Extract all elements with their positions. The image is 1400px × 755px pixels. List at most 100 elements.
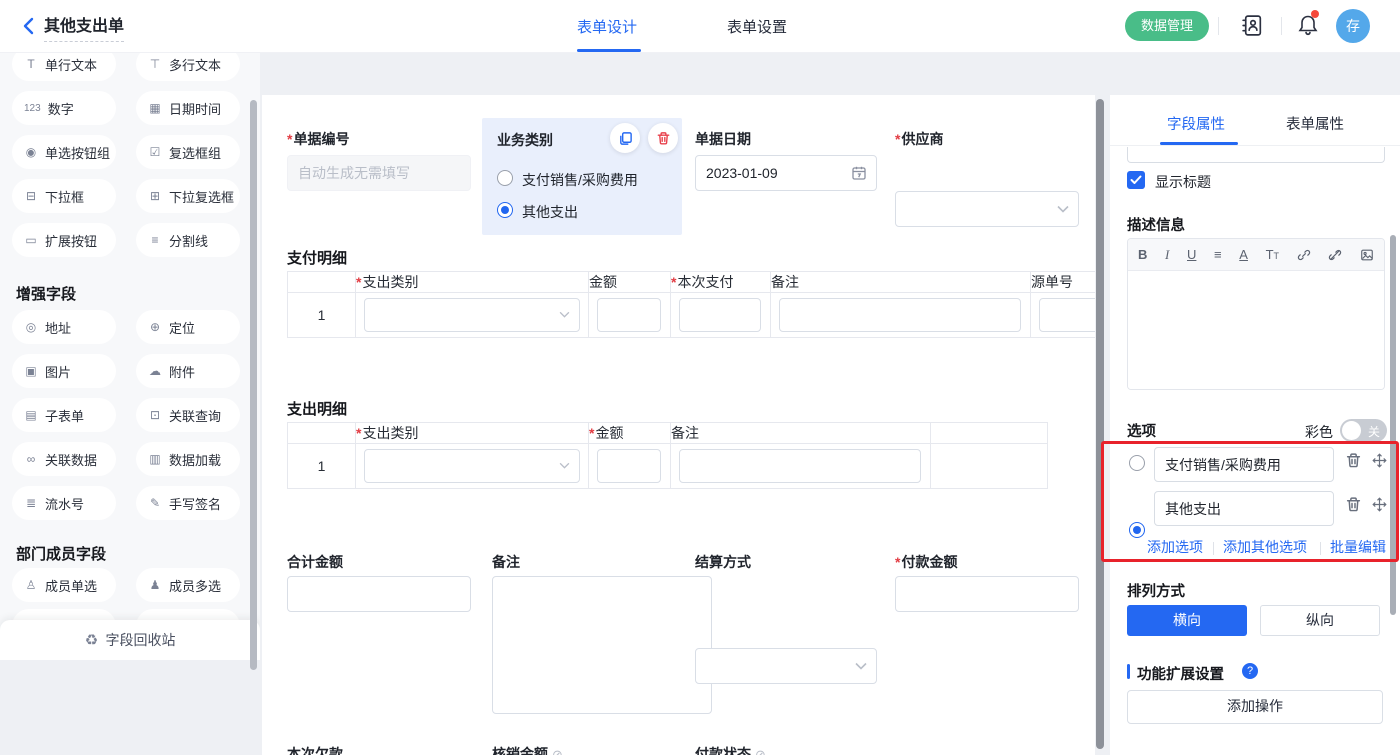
data-manage-button[interactable]: 数据管理: [1125, 11, 1209, 41]
field-item-data-load[interactable]: ▥数据加载: [136, 442, 240, 476]
amount-cell: [589, 293, 671, 338]
field-item-image[interactable]: ▣图片: [12, 354, 116, 388]
col-header-expense-type: *支出类别: [356, 272, 589, 293]
show-title-checkbox[interactable]: [1127, 171, 1145, 189]
tab-form-settings[interactable]: 表单设置: [727, 16, 787, 37]
sidebar-scrollbar[interactable]: [250, 100, 257, 670]
italic-icon[interactable]: I: [1165, 247, 1169, 263]
active-tab-underline: [577, 49, 641, 52]
divider: [1218, 17, 1219, 35]
description-editor[interactable]: B I U ≡ A TT: [1127, 238, 1385, 390]
field-item-checkbox-group[interactable]: ☑复选框组: [136, 135, 240, 169]
biz-radio-option1[interactable]: [497, 170, 513, 186]
option1-move-icon[interactable]: [1371, 452, 1388, 469]
divider-icon: ≡: [148, 233, 162, 247]
option1-radio[interactable]: [1129, 455, 1145, 471]
field-item-location[interactable]: ⊕定位: [136, 310, 240, 344]
field-item-extend-button[interactable]: ▭扩展按钮: [12, 223, 116, 257]
add-option-link[interactable]: 添加选项: [1147, 537, 1203, 557]
insert-image-icon[interactable]: [1360, 248, 1374, 262]
related-data-icon: ∞: [24, 452, 38, 466]
col-header-amount: *金额: [589, 423, 671, 444]
supplier-select[interactable]: [895, 191, 1079, 227]
col-header-empty: [931, 423, 1048, 444]
total-amount-input[interactable]: [287, 576, 471, 612]
arrange-label: 排列方式: [1127, 580, 1185, 601]
editor-content[interactable]: [1128, 271, 1384, 390]
related-query-icon: ⊡: [148, 408, 162, 422]
field-item-member-single[interactable]: ♙成员单选: [12, 568, 116, 602]
field-item-radio-group[interactable]: ◉单选按钮组: [12, 135, 116, 169]
align-icon[interactable]: ≡: [1214, 247, 1222, 262]
add-other-option-link[interactable]: 添加其他选项: [1223, 537, 1307, 557]
biz-radio-option2[interactable]: [497, 202, 513, 218]
section-accent-bar: [1127, 664, 1130, 679]
bold-icon[interactable]: B: [1138, 247, 1147, 262]
underline-icon[interactable]: U: [1187, 247, 1196, 262]
option1-delete-icon[interactable]: [1345, 452, 1362, 469]
field-recycle-bin[interactable]: ♻ 字段回收站: [0, 620, 260, 660]
vertical-button[interactable]: 纵向: [1260, 605, 1380, 636]
tab-field-properties[interactable]: 字段属性: [1167, 113, 1225, 134]
batch-edit-link[interactable]: 批量编辑: [1330, 537, 1386, 557]
field-item-serial-number[interactable]: ≣流水号: [12, 486, 116, 520]
col-header-remark: 备注: [671, 423, 931, 444]
tab-form-design[interactable]: 表单设计: [577, 16, 637, 37]
remove-link-icon[interactable]: [1328, 248, 1342, 262]
remark-input[interactable]: [679, 449, 921, 483]
expense-type-select[interactable]: [364, 449, 580, 483]
back-icon[interactable]: [20, 16, 38, 36]
settle-method-select[interactable]: [695, 648, 877, 684]
help-question-icon[interactable]: ?: [1242, 663, 1258, 679]
canvas-scrollbar[interactable]: [1096, 99, 1104, 749]
this-pay-input[interactable]: [679, 298, 761, 332]
expense-type-cell: [356, 293, 589, 338]
copy-field-button[interactable]: [610, 123, 640, 153]
expense-type-select[interactable]: [364, 298, 580, 332]
multi-dropdown-icon: ⊞: [148, 189, 162, 203]
field-item-dropdown[interactable]: ⊟下拉框: [12, 179, 116, 213]
field-item-attachment[interactable]: ☁附件: [136, 354, 240, 388]
option2-move-icon[interactable]: [1371, 496, 1388, 513]
field-label-bill-no: *单据编号: [287, 129, 349, 149]
option2-delete-icon[interactable]: [1345, 496, 1362, 513]
font-color-icon[interactable]: A: [1239, 247, 1248, 262]
amount-input[interactable]: [597, 449, 661, 483]
font-size-icon[interactable]: TT: [1266, 247, 1279, 262]
insert-link-icon[interactable]: [1297, 248, 1311, 262]
pay-amount-input[interactable]: [895, 576, 1079, 612]
field-item-address[interactable]: ◎地址: [12, 310, 116, 344]
option2-input[interactable]: 其他支出: [1154, 491, 1334, 526]
field-item-datetime[interactable]: ▦日期时间: [136, 91, 240, 125]
field-item-signature[interactable]: ✎手写签名: [136, 486, 240, 520]
panel-scrollbar[interactable]: [1390, 235, 1396, 615]
source-no-input[interactable]: [1039, 298, 1095, 332]
field-item-number[interactable]: 123数字: [12, 91, 116, 125]
amount-input[interactable]: [597, 298, 661, 332]
bill-date-input[interactable]: 2023-01-09: [695, 155, 877, 191]
field-item-subform[interactable]: ▤子表单: [12, 398, 116, 432]
expense-detail-title: 支出明细: [287, 398, 347, 419]
remark-textarea[interactable]: [492, 576, 712, 714]
notification-bell-icon[interactable]: [1296, 12, 1320, 38]
title-input-clipped[interactable]: [1127, 147, 1385, 163]
field-item-member-multi[interactable]: ♟成员多选: [136, 568, 240, 602]
bill-no-input[interactable]: [287, 155, 471, 191]
delete-field-button[interactable]: [648, 123, 678, 153]
field-item-related-query[interactable]: ⊡关联查询: [136, 398, 240, 432]
color-toggle[interactable]: 关: [1340, 419, 1387, 442]
field-item-divider[interactable]: ≡分割线: [136, 223, 240, 257]
option1-input[interactable]: 支付销售/采购费用: [1154, 447, 1334, 482]
option2-radio[interactable]: [1129, 522, 1145, 538]
add-action-button[interactable]: 添加操作: [1127, 690, 1383, 724]
horizontal-button[interactable]: 横向: [1127, 605, 1247, 636]
remark-input[interactable]: [779, 298, 1021, 332]
address-book-icon[interactable]: [1240, 13, 1265, 38]
field-item-multi-dropdown[interactable]: ⊞下拉复选框: [136, 179, 240, 213]
avatar[interactable]: 存: [1336, 9, 1370, 43]
tab-form-properties[interactable]: 表单属性: [1286, 113, 1344, 134]
selected-field-biz-type[interactable]: 业务类别 支付销售/采购费用 其他支出: [482, 118, 682, 235]
page-title: 其他支出单: [44, 12, 124, 42]
source-no-cell: [1031, 293, 1096, 338]
field-item-related-data[interactable]: ∞关联数据: [12, 442, 116, 476]
